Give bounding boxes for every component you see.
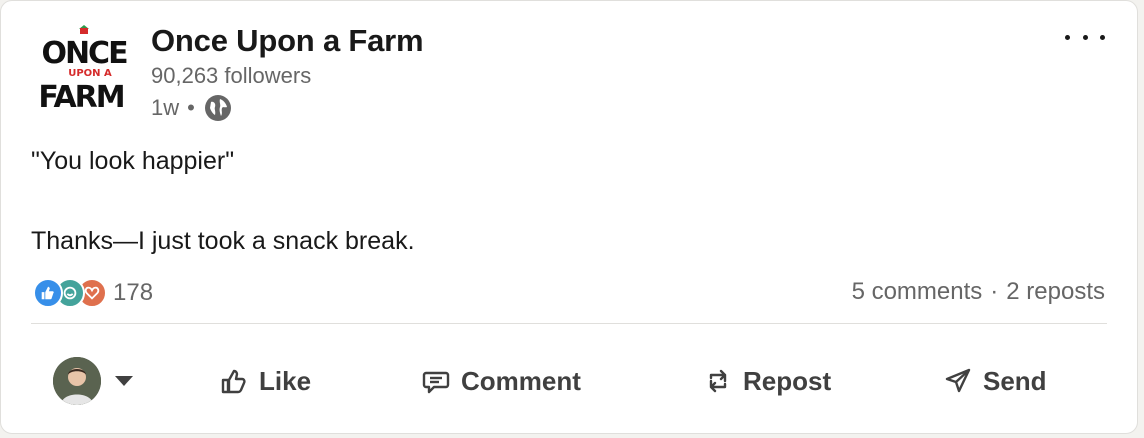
- actor-switcher[interactable]: [53, 357, 133, 405]
- once-upon-a-farm-logo: ONCE UPON A FARM: [38, 25, 129, 115]
- repost-label: Repost: [743, 365, 832, 396]
- reposts-link[interactable]: 2 reposts: [1006, 278, 1105, 305]
- post-text-line-1: "You look happier": [31, 147, 235, 175]
- comments-link[interactable]: 5 comments: [852, 278, 983, 305]
- thumbs-up-icon: [221, 369, 246, 394]
- divider: [31, 323, 1107, 324]
- comment-label: Comment: [461, 365, 581, 396]
- meta-separator: •: [187, 95, 195, 120]
- company-logo[interactable]: ONCE UPON A FARM: [38, 23, 129, 119]
- repost-button[interactable]: Repost: [703, 359, 831, 403]
- like-button[interactable]: Like: [219, 359, 311, 403]
- avatar: [53, 357, 101, 405]
- repost-icon: [709, 369, 727, 393]
- svg-text:FARM: FARM: [41, 80, 124, 115]
- svg-text:ONCE: ONCE: [41, 36, 127, 71]
- send-label: Send: [983, 365, 1047, 396]
- send-button[interactable]: Send: [943, 359, 1047, 403]
- reactions-summary[interactable]: 178: [33, 276, 153, 310]
- post-stats: 5 comments · 2 reposts: [852, 278, 1105, 306]
- post-text-line-2: Thanks—I just took a snack break.: [31, 227, 415, 255]
- svg-text:UPON A: UPON A: [68, 68, 112, 79]
- post-card: ONCE UPON A FARM Once Upon a Farm 90,263…: [0, 0, 1138, 434]
- chevron-down-icon: [115, 376, 133, 386]
- comment-icon: [422, 371, 450, 394]
- post-time: 1w: [151, 95, 180, 120]
- follower-count: 90,263 followers: [151, 63, 312, 88]
- company-name[interactable]: Once Upon a Farm: [151, 23, 424, 59]
- send-icon: [945, 368, 971, 393]
- reaction-count: 178: [113, 279, 154, 306]
- post-meta: 1w •: [151, 93, 233, 123]
- globe-icon: [203, 93, 233, 123]
- like-label: Like: [259, 365, 312, 396]
- comment-button[interactable]: Comment: [421, 359, 581, 403]
- action-bar: Like Comment Repost Send: [1, 351, 1139, 411]
- more-options-icon[interactable]: [1065, 23, 1105, 51]
- like-icon: [33, 278, 63, 308]
- stats-separator: ·: [990, 278, 999, 305]
